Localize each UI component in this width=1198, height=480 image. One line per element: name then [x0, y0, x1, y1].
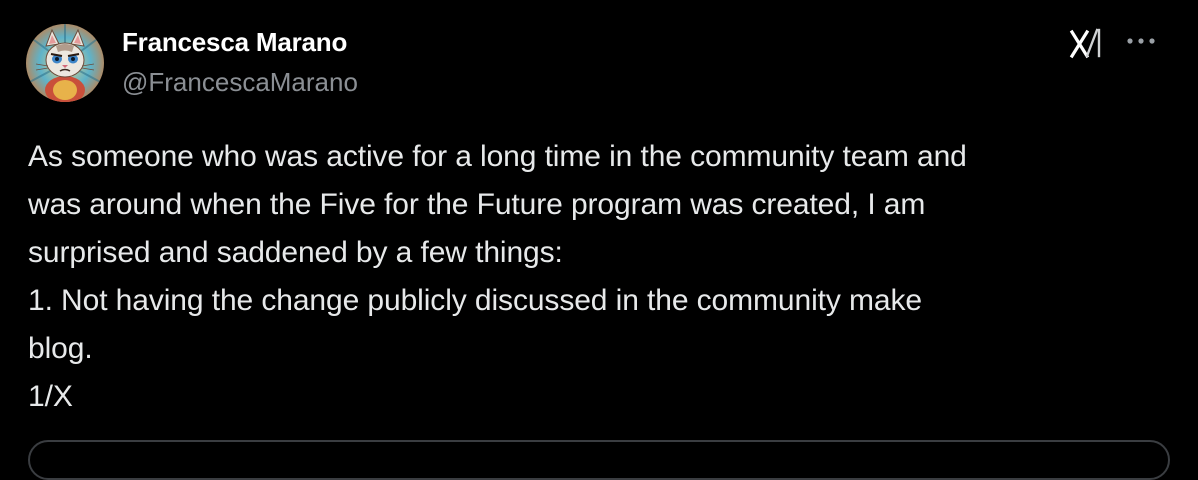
more-options-icon[interactable] [1124, 30, 1158, 52]
x-logo-icon[interactable] [1068, 26, 1106, 60]
avatar[interactable] [26, 24, 104, 102]
post-text: As someone who was active for a long tim… [28, 140, 967, 413]
embedded-card[interactable] [28, 440, 1170, 480]
author-handle[interactable]: @FrancescaMarano [122, 67, 358, 98]
author-display-name[interactable]: Francesca Marano [122, 27, 347, 58]
cat-avatar-icon [26, 24, 104, 102]
tweet-card: Francesca Marano @FrancescaMarano As som… [0, 0, 1198, 480]
